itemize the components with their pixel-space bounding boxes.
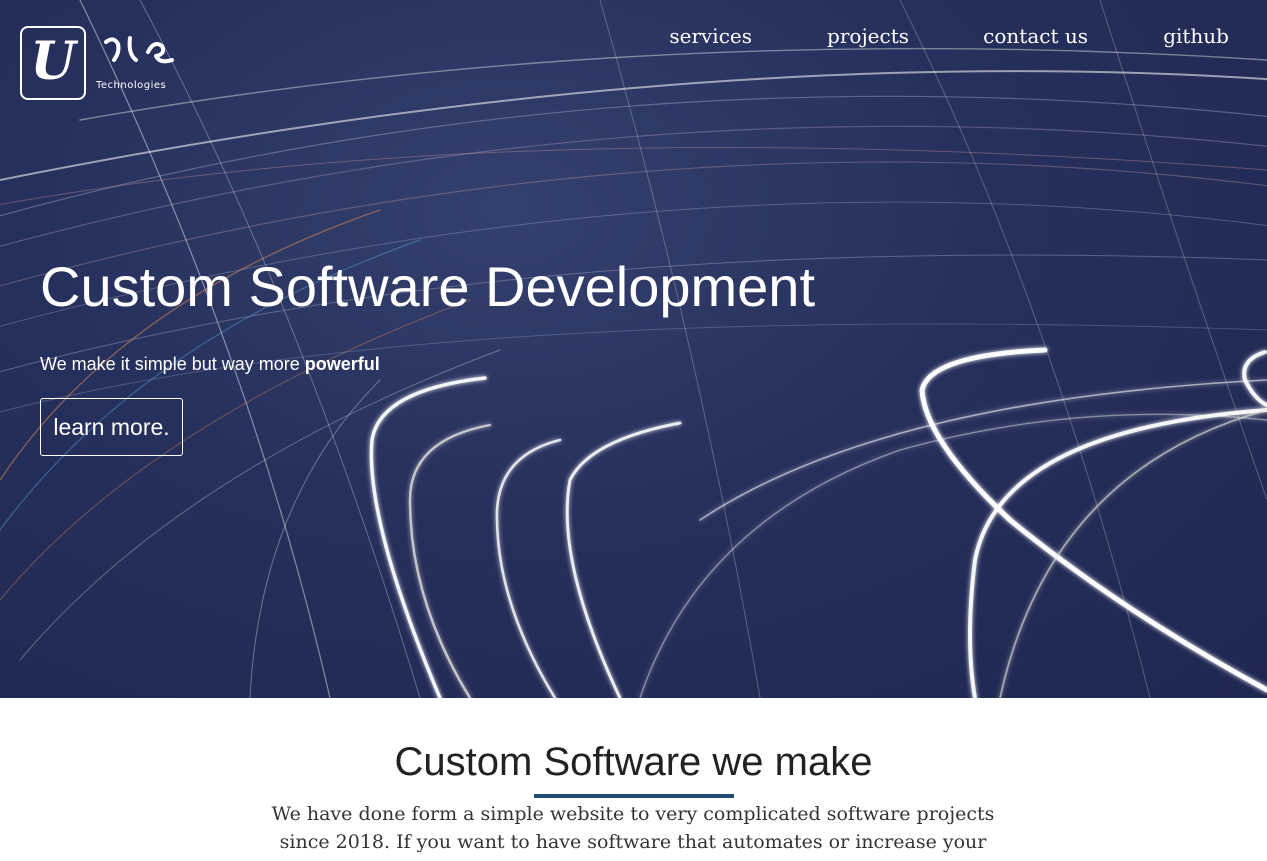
hero-title: Custom Software Development [40, 255, 816, 318]
nav-projects-link[interactable]: projects [827, 22, 909, 50]
hero-subtitle-text: We make it simple but way more [40, 354, 305, 374]
section-title: Custom Software we make [394, 740, 873, 784]
nav-github-link[interactable]: github [1163, 22, 1229, 50]
hero-subtitle: We make it simple but way more powerful [40, 352, 380, 376]
nav-contact-link[interactable]: contact us [983, 22, 1088, 50]
brand-logo[interactable]: U Technologies [20, 26, 180, 106]
light-trails-background [0, 0, 1267, 698]
hero-section: U Technologies services projects contact… [0, 0, 1267, 698]
hero-subtitle-emphasis: powerful [304, 354, 380, 374]
nav-services-link[interactable]: services [669, 22, 752, 50]
learn-more-button[interactable]: learn more. [40, 398, 183, 456]
logo-letter: U [30, 31, 76, 92]
section-title-underline [534, 794, 734, 798]
section-description: We have done form a simple website to ve… [271, 803, 995, 853]
logo-tagline: Technologies [96, 80, 167, 91]
logo-script-mark [104, 36, 174, 64]
